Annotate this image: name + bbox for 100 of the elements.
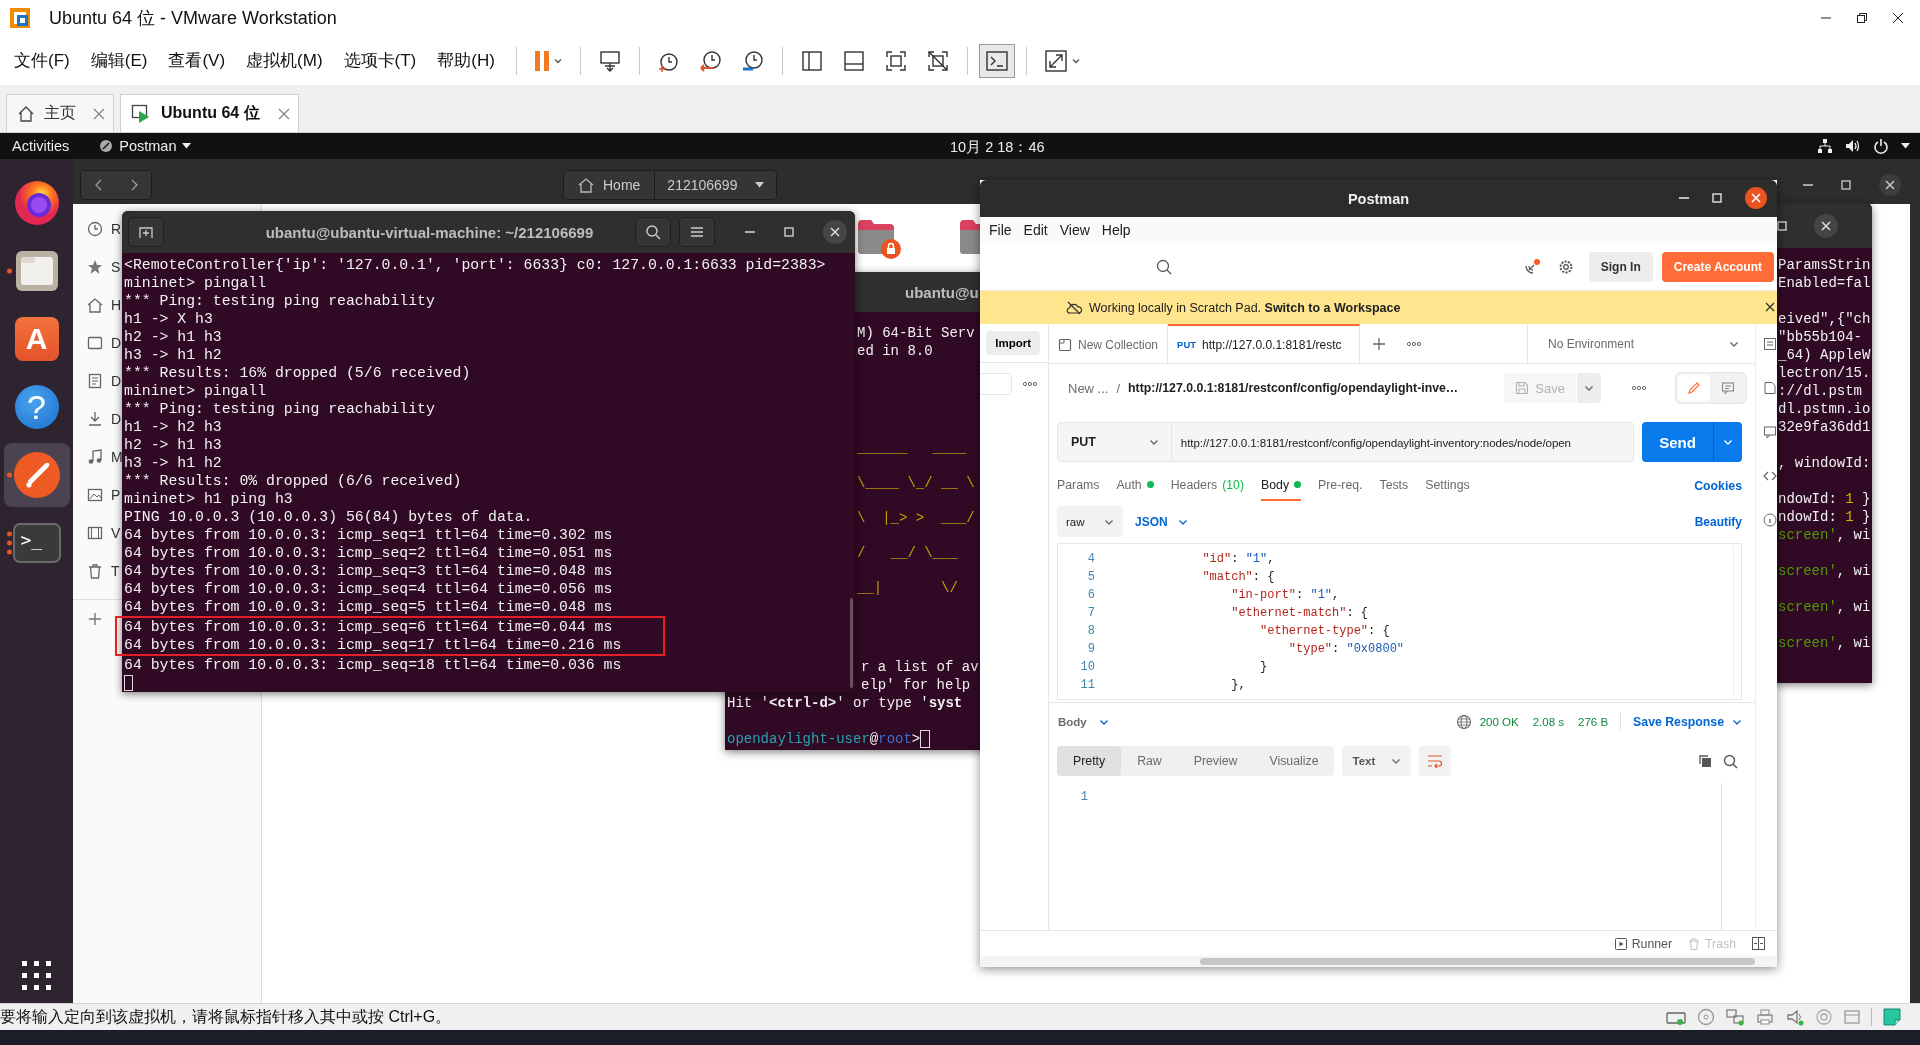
close-button[interactable] [1745,187,1767,209]
terminal-line: h2 -> h1 h3 [124,328,222,346]
activities-button[interactable]: Activities [12,138,70,154]
close-icon [1821,220,1831,231]
response-section-dropdown[interactable]: Body [1058,716,1109,728]
method-dropdown[interactable]: PUT [1057,422,1172,462]
view-tab[interactable]: Raw [1121,746,1178,776]
format-dropdown[interactable]: Text [1342,746,1412,776]
clock-wrench-icon [740,48,765,73]
window-title: Ubuntu 64 位 - VMware Workstation [49,7,337,30]
toolbar-button[interactable] [978,43,1015,78]
monitor-arrow-icon [597,48,622,73]
menu-button[interactable] [679,217,715,247]
breadcrumb-link[interactable]: New ... [1068,380,1109,396]
menu-item[interactable]: Edit [1017,222,1054,238]
footer-button[interactable]: Runner [1614,936,1672,951]
view-tab[interactable]: Visualize [1253,746,1335,776]
sidebar-item[interactable]: V [87,514,121,552]
request-tab[interactable]: New Collection [1049,324,1169,363]
search-button[interactable] [635,217,671,247]
close-button[interactable] [1814,213,1838,238]
request-section-tab[interactable]: Settings [1425,470,1470,501]
window-title: Postman [1347,190,1410,207]
menu-item[interactable]: Help [1095,222,1137,238]
sidebar-item[interactable]: T [87,552,120,590]
request-section-tab[interactable]: Pre-req. [1318,470,1363,501]
chevron-down-icon [1098,717,1109,727]
tab[interactable]: Ubuntu 64 位 [120,94,299,132]
app-menu[interactable]: Postman [99,138,192,154]
sidebar-item[interactable]: H [87,286,122,324]
new-tab-button[interactable] [128,217,164,247]
cookies-link[interactable]: Cookies [1694,478,1742,493]
line-number: 11 [1079,677,1095,694]
corners-frame-icon [883,48,908,73]
sidebar-item[interactable]: D [87,324,122,362]
code-line: "id": "1", [1201,551,1276,568]
menu-item[interactable]: 编辑(E) [82,49,156,72]
minimize-icon [1679,197,1689,199]
path-button[interactable]: 212106699 [654,171,777,199]
breadcrumb-separator: / [1116,380,1121,396]
terminal-line: "bb55b104- [1778,328,1862,346]
clock-arrow-icon [698,48,723,73]
menu-item[interactable]: 帮助(H) [429,49,503,72]
view-tab[interactable]: Pretty [1057,746,1122,776]
menu-item[interactable]: 选项卡(T) [335,49,425,72]
menu-item[interactable]: 查看(V) [160,49,234,72]
sidebar-item[interactable]: D [87,362,122,400]
ascii-art-line: ______ ____ [857,439,967,458]
terminal-line: dl.pstmn.io [1778,400,1871,418]
sidebar-item[interactable]: R [87,210,122,248]
network-icon [1725,1008,1745,1026]
close-button[interactable] [1879,174,1901,196]
terminal-line: screen', wi [1778,526,1871,544]
url-field[interactable]: http://127.0.0.1:8181/restconf/config/opendaylight-inventory:nodes/node/open [1171,422,1635,462]
path-button[interactable]: Home [564,171,655,199]
request-section-tab[interactable]: Auth [1116,470,1154,501]
dock-app-button[interactable] [3,443,70,507]
code-icon [1763,469,1777,483]
sidebar-item[interactable]: S [87,248,121,286]
save-icon [1515,381,1530,395]
search-icon [1723,753,1738,769]
request-tab[interactable]: PUT http://127.0.0.1:8181/restc [1168,324,1361,363]
scrollbar-thumb[interactable] [1200,958,1755,965]
menu-item[interactable]: 文件(F) [6,49,78,72]
request-section-tab[interactable]: Tests [1379,470,1409,501]
environment-dropdown[interactable]: No Environment [1527,324,1755,363]
terminal-line: h3 -> h1 h2 [124,454,222,472]
request-section-tab[interactable]: Headers (10) [1170,470,1245,501]
terminal-line: eived",{"ch [1778,310,1871,328]
close-button[interactable] [823,220,847,244]
sidebar-item[interactable]: D [87,400,122,438]
request-section-tab[interactable]: Params [1057,470,1100,501]
menu-item[interactable]: File [983,222,1018,238]
shopping-bag-icon: A [14,317,59,361]
code-editor[interactable]: 4 5 6 7 8 9 10 11 "id": "1", "match": { "in-port": "1", "ethernet-match": { "ethernet-type": { "type": "0x0800" } }, [1057,543,1742,700]
wrap-toggle[interactable] [1419,746,1452,776]
request-section-tab[interactable]: Body [1261,470,1302,501]
save-response-button[interactable]: Save Response [1633,715,1742,729]
line-number: 1 [1079,790,1088,804]
menu-item[interactable]: 虚拟机(M) [238,49,331,72]
dock-app-button[interactable]: >_ [3,511,70,575]
sign-in-button[interactable]: Sign In [1588,251,1653,282]
language-dropdown[interactable]: JSON [1135,514,1188,529]
menu-item[interactable]: View [1053,222,1096,238]
tab[interactable]: 主页 [6,94,114,132]
terminal-line: h2 -> h1 h3 [124,436,222,454]
body-mode-dropdown[interactable]: raw [1057,506,1123,537]
more-icon [1022,381,1038,387]
terminal-line: ParamsStrin [1778,256,1871,274]
view-tab[interactable]: Preview [1177,746,1254,776]
chevron-down-icon [1732,717,1742,727]
line-number: 7 [1086,605,1095,622]
terminal-line: screen', wi [1778,634,1871,652]
search-field[interactable] [980,373,1012,395]
beautify-link[interactable]: Beautify [1694,514,1742,529]
terminal-line: r a list of av [861,658,979,676]
code-line: "ethernet-match": { [1230,605,1370,622]
import-button[interactable]: Import [986,331,1040,355]
sidebar-item[interactable]: M [87,438,123,476]
sidebar-item[interactable]: P [87,476,121,514]
